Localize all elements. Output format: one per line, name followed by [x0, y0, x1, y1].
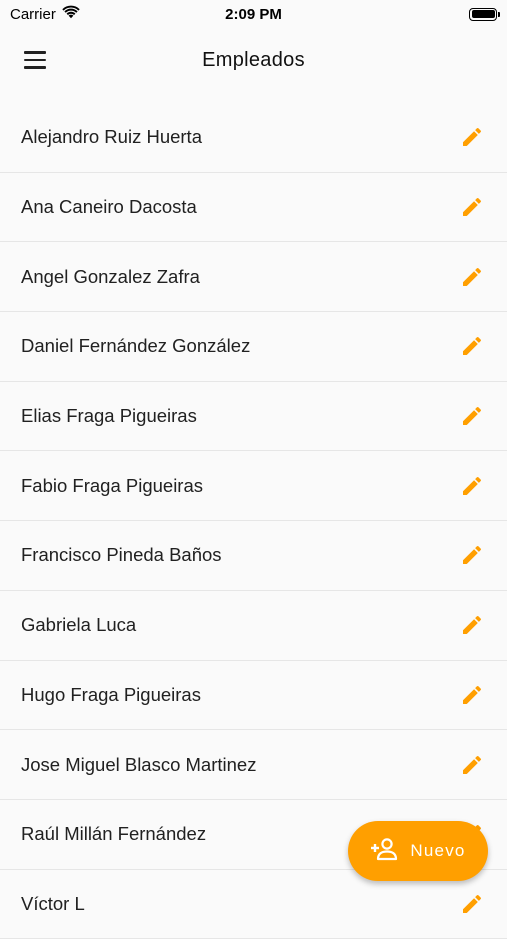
- pencil-edit-icon[interactable]: [457, 401, 487, 431]
- employee-name: Elias Fraga Pigueiras: [21, 405, 197, 427]
- wifi-icon: [62, 5, 80, 23]
- hamburger-menu-icon[interactable]: [16, 44, 56, 76]
- employee-name: Daniel Fernández González: [21, 335, 251, 357]
- employee-row[interactable]: Alejandro Ruiz Huerta: [0, 103, 507, 173]
- employee-name: Hugo Fraga Pigueiras: [21, 683, 201, 705]
- employee-row[interactable]: Daniel Fernández González: [0, 312, 507, 382]
- pencil-edit-icon[interactable]: [457, 680, 487, 710]
- pencil-edit-icon[interactable]: [457, 331, 487, 361]
- employee-name: Francisco Pineda Baños: [21, 544, 222, 566]
- pencil-edit-icon[interactable]: [457, 262, 487, 292]
- pencil-edit-icon[interactable]: [457, 540, 487, 570]
- employee-row[interactable]: Jose Miguel Blasco Martinez: [0, 730, 507, 800]
- pencil-edit-icon[interactable]: [457, 122, 487, 152]
- pencil-edit-icon[interactable]: [457, 750, 487, 780]
- employee-name: Víctor L: [21, 892, 85, 914]
- employee-row[interactable]: Fabio Fraga Pigueiras: [0, 451, 507, 522]
- employee-row[interactable]: Hugo Fraga Pigueiras: [0, 661, 507, 731]
- employee-name: Jose Miguel Blasco Martinez: [21, 753, 257, 775]
- carrier-label: Carrier: [10, 5, 56, 23]
- status-left: Carrier: [10, 5, 80, 23]
- employee-row[interactable]: Francisco Pineda Baños: [0, 521, 507, 591]
- employee-row[interactable]: Ana Caneiro Dacosta: [0, 173, 507, 243]
- pencil-edit-icon[interactable]: [457, 192, 487, 222]
- employee-list: Alejandro Ruiz Huerta Ana Caneiro Dacosta…: [0, 103, 507, 939]
- employee-name: Angel Gonzalez Zafra: [21, 265, 200, 287]
- employee-name: Raúl Millán Fernández: [21, 823, 207, 845]
- employee-row[interactable]: Elias Fraga Pigueiras: [0, 382, 507, 452]
- status-bar: Carrier 2:09 PM: [0, 0, 507, 28]
- employee-name: Fabio Fraga Pigueiras: [21, 474, 204, 496]
- employee-name: Gabriela Luca: [21, 614, 137, 636]
- page-title: Empleados: [202, 48, 305, 71]
- employee-row[interactable]: Gabriela Luca: [0, 591, 507, 661]
- new-employee-label: Nuevo: [410, 841, 466, 860]
- employee-row[interactable]: Angel Gonzalez Zafra: [0, 242, 507, 313]
- employee-name: Alejandro Ruiz Huerta: [21, 126, 202, 148]
- pencil-edit-icon[interactable]: [457, 610, 487, 640]
- pencil-edit-icon[interactable]: [457, 889, 487, 919]
- pencil-edit-icon[interactable]: [457, 471, 487, 501]
- new-employee-button[interactable]: Nuevo: [348, 821, 488, 881]
- app-bar: Empleados: [0, 28, 507, 92]
- employee-name: Ana Caneiro Dacosta: [21, 196, 197, 218]
- battery-full-icon: [469, 7, 500, 21]
- person-add-icon: [370, 837, 400, 866]
